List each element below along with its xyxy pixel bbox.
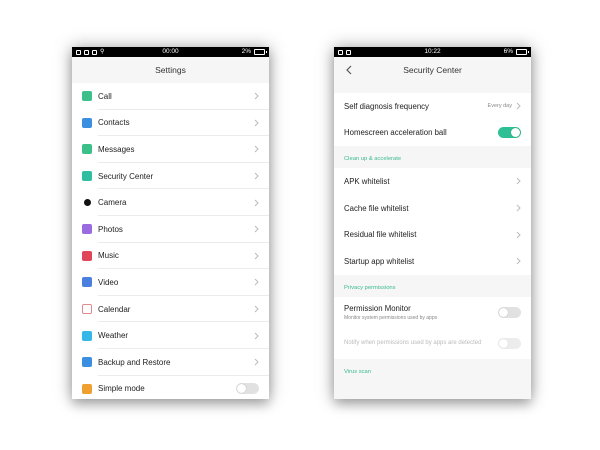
weather-icon [82,330,92,341]
chevron-right-icon [516,177,521,185]
cleanup-item-label: Startup app whitelist [344,256,415,266]
settings-item-label: Calendar [98,304,131,314]
status-bar: 10:22 6% [334,47,531,57]
settings-item-messages[interactable]: Messages [72,136,269,163]
settings-item-video[interactable]: Video [72,269,269,296]
status-bar: ⚲ 00:00 2% [72,47,269,57]
settings-item-label: Simple mode [98,384,145,394]
simple-mode-toggle[interactable] [236,383,259,395]
chevron-right-icon [516,257,521,265]
settings-item-call[interactable]: Call [72,83,269,110]
permission-monitor-row: Permission Monitor Monitor system permis… [334,296,531,329]
settings-item-label: Weather [98,331,129,341]
spacer [334,83,531,93]
self-diagnosis-value: Every day [487,103,512,110]
page-title: Settings [72,57,269,83]
settings-item-label: Security Center [98,171,154,181]
settings-item-label: Contacts [98,118,130,128]
contacts-icon [82,117,92,128]
permission-monitor-toggle[interactable] [498,307,521,319]
chevron-right-icon [254,92,259,100]
cleanup-item-label: Residual file whitelist [344,230,417,240]
status-time: 10:22 [424,48,441,55]
settings-item-backup-and-restore[interactable]: Backup and Restore [72,349,269,376]
shield-icon [82,171,92,182]
backup-icon [82,357,92,368]
security-center-screen: 10:22 6% Security Center Self diagnosis … [334,47,531,399]
settings-screen: ⚲ 00:00 2% Settings Call Contacts Messages… [72,47,269,399]
homescreen-ball-toggle[interactable] [498,127,521,139]
permission-monitor-label: Permission Monitor [344,304,411,314]
section-header-cleanup: Clean up & accelerate [334,146,531,169]
settings-item-music[interactable]: Music [72,243,269,270]
section-header-virus: Virus scan [334,358,531,381]
chevron-right-icon [254,332,259,340]
section-header-privacy: Privacy permissions [334,274,531,297]
settings-item-label: Messages [98,144,135,154]
settings-item-label: Photos [98,224,123,234]
self-diagnosis-row[interactable]: Self diagnosis frequency Every day [334,93,531,120]
page-title: Security Center [403,65,462,75]
battery-percent: 6% [503,48,513,55]
chevron-right-icon [516,102,521,110]
notify-toggle[interactable] [498,338,521,350]
chevron-right-icon [254,278,259,286]
cleanup-item-label: Cache file whitelist [344,203,409,213]
chevron-right-icon [516,204,521,212]
page-header: Security Center [334,57,531,83]
phone-icon [82,91,92,102]
chevron-right-icon [254,145,259,153]
video-icon [82,277,92,288]
chevron-right-icon [254,199,259,207]
settings-item-label: Camera [98,198,127,208]
self-diagnosis-label: Self diagnosis frequency [344,101,429,111]
settings-item-contacts[interactable]: Contacts [72,110,269,137]
music-icon [82,250,92,261]
calendar-icon [82,304,92,315]
battery-icon [254,49,267,55]
camera-icon [84,199,91,207]
message-icon [82,144,92,155]
notify-label: Notify when permissions used by apps are… [344,340,482,347]
cleanup-item-startup-app-whitelist[interactable]: Startup app whitelist [334,247,531,275]
chevron-right-icon [254,252,259,260]
chevron-right-icon [254,172,259,180]
chevron-right-icon [254,305,259,313]
chevron-right-icon [516,231,521,239]
battery-icon [516,49,529,55]
cleanup-item-apk-whitelist[interactable]: APK whitelist [334,168,531,195]
settings-item-calendar[interactable]: Calendar [72,296,269,323]
settings-item-camera[interactable]: Camera [72,189,269,216]
settings-item-photos[interactable]: Photos [72,216,269,243]
homescreen-ball-label: Homescreen acceleration ball [344,128,447,138]
back-button[interactable] [342,62,356,78]
settings-item-simple-mode[interactable]: Simple mode [72,376,269,399]
cleanup-item-residual-file-whitelist[interactable]: Residual file whitelist [334,221,531,248]
cleanup-item-label: APK whitelist [344,176,390,186]
settings-item-label: Music [98,251,119,261]
settings-item-weather[interactable]: Weather [72,322,269,349]
battery-percent: 2% [241,48,251,55]
chevron-right-icon [254,119,259,127]
notify-row: Notify when permissions used by apps are… [334,328,531,359]
chevron-left-icon [346,65,352,75]
cleanup-item-cache-file-whitelist[interactable]: Cache file whitelist [334,194,531,222]
permission-monitor-desc: Monitor system permissions used by apps [344,315,438,322]
settings-list: Call Contacts Messages Security Center Camer… [72,83,269,399]
chevron-right-icon [254,358,259,366]
chevron-right-icon [254,225,259,233]
cleanup-list: APK whitelist Cache file whitelist Residua… [334,168,531,275]
settings-item-security-center[interactable]: Security Center [72,163,269,190]
simple-mode-icon [82,383,92,394]
settings-item-label: Call [98,91,112,101]
status-time: 00:00 [162,48,179,55]
settings-item-label: Backup and Restore [98,357,171,367]
settings-item-label: Video [98,277,119,287]
photos-icon [82,224,92,235]
homescreen-ball-row: Homescreen acceleration ball [334,119,531,147]
